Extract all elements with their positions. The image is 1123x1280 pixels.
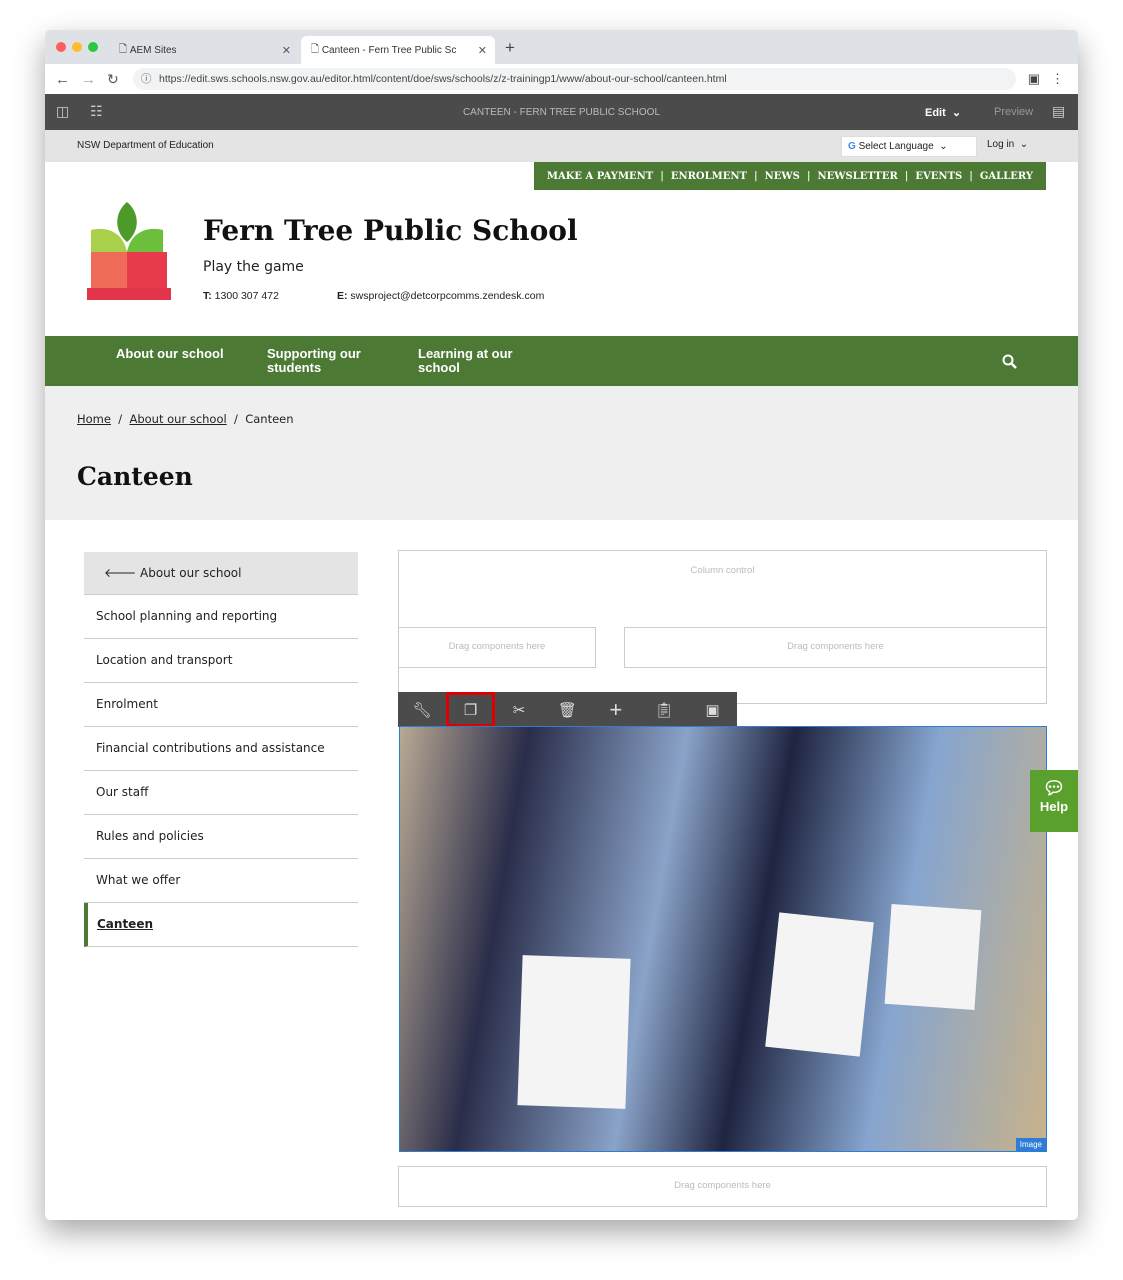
close-window-button[interactable]	[56, 42, 66, 52]
tab-canteen[interactable]: 🗋 Canteen - Fern Tree Public Sc ✕	[301, 36, 495, 64]
tab-aem-sites[interactable]: 🗋 AEM Sites ✕	[109, 36, 299, 64]
url-input[interactable]: ⓘ https://edit.sws.schools.nsw.gov.au/edi…	[133, 68, 1016, 90]
email-link[interactable]: swsproject@detcorpcomms.zendesk.com	[350, 290, 544, 302]
wrench-icon[interactable]: 🔧︎	[398, 692, 446, 727]
menu-icon[interactable]: ⋮	[1051, 71, 1064, 87]
reload-icon[interactable]: ↻	[107, 71, 119, 88]
google-icon: G	[848, 141, 856, 152]
sidebar-item[interactable]: School planning and reporting	[84, 595, 358, 639]
tab-bar: 🗋 AEM Sites ✕ 🗋 Canteen - Fern Tree Publi…	[45, 30, 1078, 64]
file-icon: 🗋	[311, 43, 322, 55]
forward-icon[interactable]: →	[81, 71, 96, 88]
school-logo[interactable]	[87, 200, 171, 302]
back-icon[interactable]: ←	[55, 71, 70, 88]
school-tagline: Play the game	[203, 259, 304, 275]
page-header-band: Home / About our school / Canteen Cantee…	[45, 386, 1078, 520]
sidebar-item[interactable]: What we offer	[84, 859, 358, 903]
help-button[interactable]: 💬︎ Help	[1030, 770, 1078, 832]
annotations-icon[interactable]: ▤	[1052, 103, 1065, 120]
arrow-left-icon: 🡐	[104, 566, 137, 580]
address-bar-row: ← → ↻ ⓘ https://edit.sws.schools.nsw.gov.…	[45, 64, 1078, 94]
cut-icon[interactable]: ✂	[495, 692, 543, 727]
language-select[interactable]: G Select Language ⌄	[841, 136, 977, 157]
sidebar-item[interactable]: Our staff	[84, 771, 358, 815]
sidebar-item[interactable]: Rules and policies	[84, 815, 358, 859]
sidebar-item-active[interactable]: Canteen	[84, 903, 358, 947]
component-toolbar: 🔧︎ ❐ ✂ 🗑︎ + 📋︎ ▣	[398, 692, 737, 727]
minimize-button[interactable]	[72, 42, 82, 52]
copy-icon[interactable]: ❐	[446, 692, 495, 727]
group-icon[interactable]: ▣	[688, 692, 736, 727]
image-label: Image	[1015, 1138, 1046, 1151]
school-email: E: swsproject@detcorpcomms.zendesk.com	[337, 290, 545, 302]
page-title: Canteen	[77, 462, 193, 491]
quick-link-events[interactable]: EVENTS	[908, 171, 969, 182]
login-dropdown[interactable]: Log in ⌄	[987, 139, 1028, 150]
aem-toolbar: ◫ ☷ CANTEEN - FERN TREE PUBLIC SCHOOL Ed…	[45, 94, 1078, 130]
sidebar-back[interactable]: 🡐 About our school	[84, 552, 358, 595]
file-icon: 🗋	[119, 43, 130, 55]
aem-page-title: CANTEEN - FERN TREE PUBLIC SCHOOL	[462, 107, 661, 118]
sidebar-item[interactable]: Financial contributions and assistance	[84, 727, 358, 771]
search-icon[interactable]	[1002, 354, 1017, 369]
edit-mode-dropdown[interactable]: Edit ⌄	[925, 106, 961, 119]
drawing-paper	[884, 903, 982, 1011]
close-tab-icon[interactable]: ✕	[282, 44, 291, 57]
drop-zone-bottom[interactable]: Drag components here	[398, 1166, 1047, 1207]
breadcrumb: Home / About our school / Canteen	[77, 412, 294, 426]
main-nav: About our school Supporting our students…	[45, 336, 1078, 386]
sidebar-item[interactable]: Enrolment	[84, 683, 358, 727]
browser-window: 🗋 AEM Sites ✕ 🗋 Canteen - Fern Tree Publi…	[45, 30, 1078, 1220]
nav-about[interactable]: About our school	[116, 347, 224, 361]
maximize-button[interactable]	[88, 42, 98, 52]
extension-icon[interactable]: ▣	[1028, 71, 1040, 87]
sidebar-item[interactable]: Location and transport	[84, 639, 358, 683]
nav-supporting[interactable]: Supporting our students	[267, 347, 377, 375]
quick-link-gallery[interactable]: GALLERY	[973, 171, 1040, 182]
new-tab-button[interactable]: +	[505, 38, 515, 58]
org-name: NSW Department of Education	[77, 140, 214, 151]
breadcrumb-home[interactable]: Home	[77, 412, 111, 426]
preview-button[interactable]: Preview	[994, 106, 1033, 118]
drawing-paper	[517, 955, 631, 1109]
school-phone: T: 1300 307 472	[203, 290, 279, 302]
school-name: Fern Tree Public School	[203, 214, 578, 247]
close-tab-icon[interactable]: ✕	[478, 44, 487, 57]
sidebar-nav: 🡐 About our school School planning and r…	[84, 552, 358, 947]
quick-link-news[interactable]: NEWS	[758, 171, 807, 182]
chat-icon: 💬︎	[1042, 778, 1066, 798]
phone-link[interactable]: 1300 307 472	[215, 290, 279, 302]
paste-icon[interactable]: 📋︎	[640, 692, 688, 727]
image-component[interactable]: Image	[399, 726, 1047, 1152]
breadcrumb-about[interactable]: About our school	[129, 412, 226, 426]
quick-link-payment[interactable]: MAKE A PAYMENT	[540, 171, 660, 182]
quick-link-newsletter[interactable]: NEWSLETTER	[810, 171, 904, 182]
quick-link-enrolment[interactable]: ENROLMENT	[664, 171, 754, 182]
utility-bar: NSW Department of Education G Select Lan…	[45, 130, 1078, 162]
site-header: MAKE A PAYMENT | ENROLMENT | NEWS | NEWSLET…	[45, 162, 1078, 336]
info-icon: ⓘ	[141, 73, 152, 85]
insert-icon[interactable]: +	[592, 692, 640, 727]
quick-links: MAKE A PAYMENT | ENROLMENT | NEWS | NEWSLET…	[533, 162, 1046, 190]
drop-zone-right[interactable]: Drag components here	[624, 627, 1047, 668]
drop-zone-left[interactable]: Drag components here	[398, 627, 596, 668]
delete-icon[interactable]: 🗑︎	[543, 692, 591, 727]
nav-learning[interactable]: Learning at our school	[418, 347, 528, 375]
drawing-paper	[765, 912, 874, 1057]
